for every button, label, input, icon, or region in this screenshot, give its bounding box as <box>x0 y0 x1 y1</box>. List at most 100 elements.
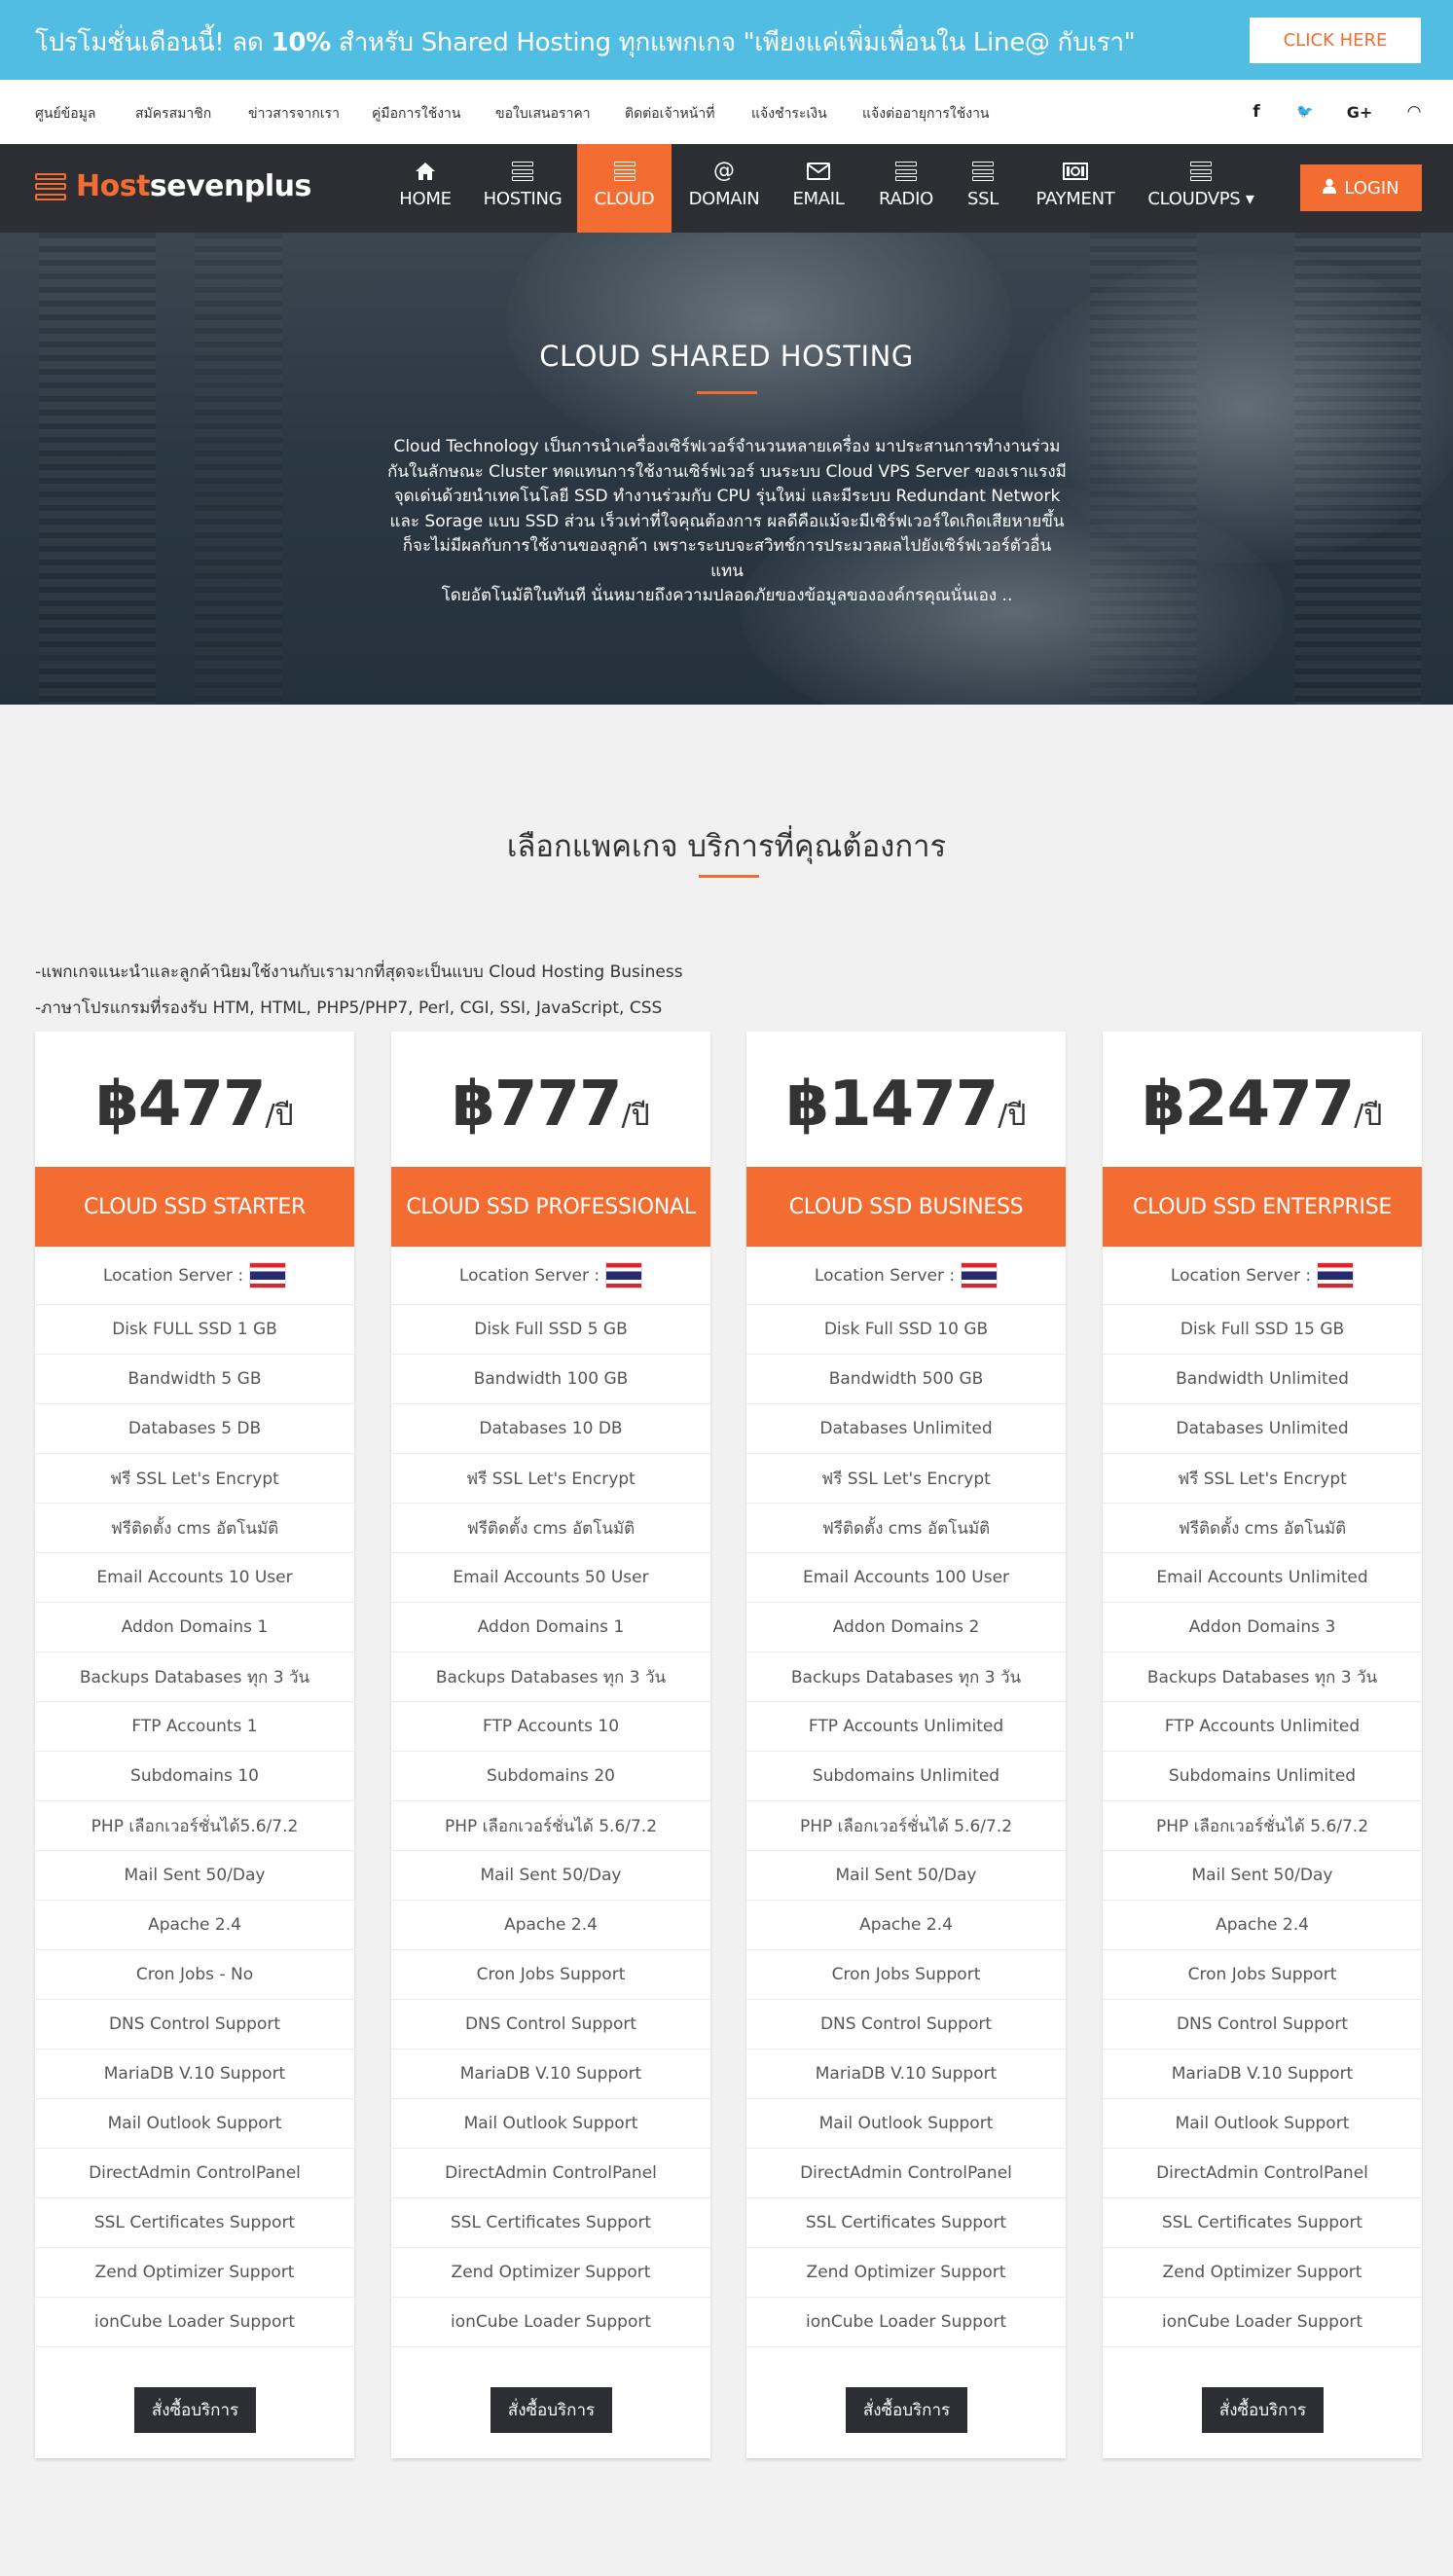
toplink-manual[interactable]: คู่มือการใช้งาน <box>372 103 460 125</box>
hero-desc-line: ก็จะไม่มีผลกับการใช้งานของลูกค้า เพราะระ… <box>402 536 1052 581</box>
feature-item: Backups Databases ทุก 3 วัน <box>1103 1652 1422 1702</box>
user-icon <box>1323 178 1337 198</box>
hero-desc-line: โดยอัตโนมัติในทันที นั่นหมายถึงความปลอดภ… <box>441 586 1013 605</box>
nav-label: RADIO <box>879 189 933 209</box>
feature-item: FTP Accounts 1 <box>35 1702 354 1752</box>
feature-item: Email Accounts 50 User <box>391 1553 710 1603</box>
promo-text-prefix: โปรโมชั่นเดือนนี้! ลด <box>35 28 272 57</box>
feature-item: ฟรีติดตั้ง cms อัตโนมัติ <box>746 1504 1066 1553</box>
section-title: เลือกแพคเกจ บริการที่คุณต้องการ <box>506 829 947 864</box>
feature-item: Zend Optimizer Support <box>35 2248 354 2298</box>
logo-text: Hostsevenplus <box>76 169 311 203</box>
feature-item: Databases 5 DB <box>35 1404 354 1454</box>
thailand-flag-icon <box>1317 1262 1355 1288</box>
feature-item: Zend Optimizer Support <box>391 2248 710 2298</box>
feature-item: Apache 2.4 <box>35 1901 354 1950</box>
top-links-bar: ศูนย์ข้อมูล สมัครสมาชิก ข่าวสารจากเรา คู… <box>0 80 1453 144</box>
toplink-contact[interactable]: ติดต่อเจ้าหน้าที่ <box>625 103 714 125</box>
site-logo[interactable]: Hostsevenplus <box>35 169 311 203</box>
feature-item: Addon Domains 2 <box>746 1603 1066 1652</box>
main-nav: Hostsevenplus HOME HOSTING CLOUD @ DOMAI… <box>0 144 1453 233</box>
feature-item: FTP Accounts Unlimited <box>746 1702 1066 1752</box>
feature-item: Bandwidth 100 GB <box>391 1355 710 1404</box>
server-icon <box>512 160 533 183</box>
hero-desc-line: กันในลักษณะ Cluster ทดแทนการใช้งานเซิร์ฟ… <box>387 461 1067 482</box>
feature-item: SSL Certificates Support <box>746 2198 1066 2248</box>
promo-text-suffix: สำหรับ Shared Hosting ทุกแพกเกจ "เพียงแค… <box>330 28 1136 57</box>
feature-item: Mail Sent 50/Day <box>35 1851 354 1901</box>
money-icon <box>1063 160 1088 183</box>
nav-ssl[interactable]: SSL <box>958 144 1008 233</box>
plan-price: ฿477/ปี <box>35 1069 354 1141</box>
feature-item: Mail Outlook Support <box>391 2099 710 2149</box>
nav-radio[interactable]: RADIO <box>872 144 940 233</box>
nav-cloud[interactable]: CLOUD <box>577 144 672 233</box>
feature-item: Email Accounts 10 User <box>35 1553 354 1603</box>
at-icon: @ <box>713 159 735 183</box>
promo-text: โปรโมชั่นเดือนนี้! ลด 10% สำหรับ Shared … <box>35 22 1136 62</box>
feature-item: PHP เลือกเวอร์ชั่นได้ 5.6/7.2 <box>391 1801 710 1851</box>
order-button[interactable]: สั่งซื้อบริการ <box>846 2387 967 2433</box>
feature-item: PHP เลือกเวอร์ชั่นได้ 5.6/7.2 <box>746 1801 1066 1851</box>
nav-label: PAYMENT <box>1035 189 1115 209</box>
plan-price: ฿1477/ปี <box>746 1069 1066 1141</box>
feature-item: ionCube Loader Support <box>1103 2298 1422 2347</box>
hero-description: Cloud Technology เป็นการนำเครื่องเซิร์ฟเ… <box>385 435 1069 609</box>
feature-item: ฟรี SSL Let's Encrypt <box>1103 1454 1422 1504</box>
toplink-payment-notify[interactable]: แจ้งชำระเงิน <box>751 103 827 125</box>
facebook-icon[interactable]: f <box>1242 97 1271 127</box>
hero-desc-line: Cloud Technology เป็นการนำเครื่องเซิร์ฟเ… <box>393 437 1061 456</box>
feature-item: ionCube Loader Support <box>391 2298 710 2347</box>
toplink-quotation[interactable]: ขอใบเสนอราคา <box>495 103 591 125</box>
promo-discount: 10% <box>271 28 332 57</box>
feature-item: Addon Domains 3 <box>1103 1603 1422 1652</box>
nav-label: CLOUDVPS ▾ <box>1147 189 1254 209</box>
price-period: /ปี <box>1354 1099 1383 1133</box>
toplink-renewal[interactable]: แจ้งต่ออายุการใช้งาน <box>862 103 990 125</box>
toplink-news[interactable]: ข่าวสารจากเรา <box>248 103 340 125</box>
feature-item: Mail Sent 50/Day <box>746 1851 1066 1901</box>
thailand-flag-icon <box>605 1262 643 1288</box>
location-label: Location Server : <box>458 1265 600 1286</box>
toplink-info-center[interactable]: ศูนย์ข้อมูล <box>35 103 95 125</box>
order-button[interactable]: สั่งซื้อบริการ <box>1202 2387 1324 2433</box>
hero-banner: CLOUD SHARED HOSTING Cloud Technology เป… <box>0 233 1453 705</box>
click-here-button[interactable]: CLICK HERE <box>1250 18 1421 63</box>
rss-icon[interactable]: ◠ <box>1399 97 1429 127</box>
feature-location: Location Server : <box>1103 1247 1422 1305</box>
nav-cloudvps-dropdown[interactable]: CLOUDVPS ▾ <box>1141 144 1261 233</box>
hero-divider <box>697 391 757 394</box>
feature-item: Subdomains Unlimited <box>1103 1752 1422 1801</box>
feature-item: Disk Full SSD 15 GB <box>1103 1305 1422 1355</box>
feature-item: Mail Sent 50/Day <box>391 1851 710 1901</box>
hero-desc-line: จุดเด่นด้วยนำเทคโนโลยี SSD ทำงานร่วมกับ … <box>393 487 1061 506</box>
login-label: LOGIN <box>1344 177 1399 199</box>
pricing-card: ฿2477/ปี CLOUD SSD ENTERPRISE Location Ser… <box>1103 1032 1422 2458</box>
login-button[interactable]: LOGIN <box>1300 164 1422 211</box>
languages-note: -ภาษาโปรแกรมที่รองรับ HTM, HTML, PHP5/PH… <box>35 998 663 1018</box>
hero-title: CLOUD SHARED HOSTING <box>539 340 914 373</box>
pricing-card: ฿1477/ปี CLOUD SSD BUSINESS Location Serve… <box>746 1032 1066 2458</box>
promo-bar: โปรโมชั่นเดือนนี้! ลด 10% สำหรับ Shared … <box>0 0 1453 80</box>
twitter-icon[interactable]: 🐦 <box>1290 97 1320 127</box>
nav-label: HOSTING <box>483 189 563 209</box>
feature-item: PHP เลือกเวอร์ชั่นได้ 5.6/7.2 <box>1103 1801 1422 1851</box>
nav-home[interactable]: HOME <box>393 144 457 233</box>
google-plus-icon[interactable]: G+ <box>1345 97 1374 127</box>
feature-item: Bandwidth 500 GB <box>746 1355 1066 1404</box>
feature-item: Backups Databases ทุก 3 วัน <box>35 1652 354 1702</box>
price-period: /ปี <box>621 1099 650 1133</box>
feature-item: MariaDB V.10 Support <box>1103 2050 1422 2099</box>
nav-email[interactable]: EMAIL <box>784 144 853 233</box>
toplink-register[interactable]: สมัครสมาชิก <box>135 103 211 125</box>
nav-hosting[interactable]: HOSTING <box>477 144 568 233</box>
feature-item: ฟรีติดตั้ง cms อัตโนมัติ <box>1103 1504 1422 1553</box>
nav-domain[interactable]: @ DOMAIN <box>681 144 767 233</box>
feature-item: ionCube Loader Support <box>35 2298 354 2347</box>
thailand-flag-icon <box>961 1262 999 1288</box>
server-icon <box>972 160 994 183</box>
nav-payment[interactable]: PAYMENT <box>1030 144 1121 233</box>
order-button[interactable]: สั่งซื้อบริการ <box>134 2387 256 2433</box>
order-button[interactable]: สั่งซื้อบริการ <box>490 2387 612 2433</box>
nav-label: HOME <box>399 189 452 209</box>
